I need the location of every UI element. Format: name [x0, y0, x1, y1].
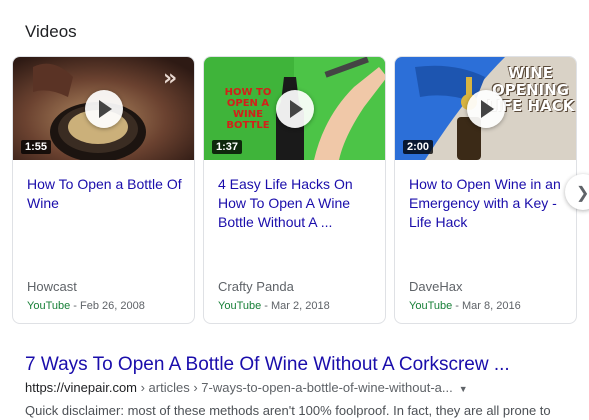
video-title[interactable]: 4 Easy Life Hacks On How To Open A Wine …	[218, 175, 378, 232]
video-meta: YouTube - Feb 26, 2008	[27, 300, 145, 312]
play-icon	[275, 89, 314, 128]
video-meta: YouTube - Mar 2, 2018	[218, 300, 330, 312]
search-result-title[interactable]: 7 Ways To Open A Bottle Of Wine Without …	[25, 354, 510, 376]
video-title[interactable]: How to Open Wine in an Emergency with a …	[409, 175, 569, 232]
video-date: - Feb 26, 2008	[73, 300, 145, 312]
video-meta: YouTube - Mar 8, 2016	[409, 300, 521, 312]
video-platform: YouTube	[409, 300, 453, 312]
video-thumbnail[interactable]: » 1:55	[13, 57, 194, 160]
chevron-right-icon: ❯	[576, 185, 589, 202]
video-duration: 1:55	[21, 140, 52, 154]
video-card[interactable]: HOW TO OPEN A WINE BOTTLE 1:37 4 Easy Li…	[203, 56, 386, 324]
video-card[interactable]: WINE OPENING LIFE HACK 2:00 How to Open …	[394, 56, 577, 324]
video-thumbnail[interactable]: HOW TO OPEN A WINE BOTTLE 1:37	[204, 57, 385, 160]
caret-down-icon[interactable]: ▼	[459, 384, 468, 394]
search-result-snippet: Quick disclaimer: most of these methods …	[25, 403, 551, 418]
video-channel: DaveHax	[409, 279, 463, 294]
result-url-path: › articles › 7-ways-to-open-a-bottle-of-…	[137, 380, 453, 395]
video-date: - Mar 2, 2018	[264, 300, 330, 312]
video-platform: YouTube	[218, 300, 262, 312]
video-channel: Howcast	[27, 279, 77, 294]
video-title[interactable]: How To Open a Bottle Of Wine	[27, 175, 187, 213]
video-card[interactable]: » 1:55 How To Open a Bottle Of Wine Howc…	[12, 56, 195, 324]
play-icon	[84, 89, 123, 128]
video-platform: YouTube	[27, 300, 71, 312]
video-date: - Mar 8, 2016	[455, 300, 521, 312]
svg-text:»: »	[163, 66, 177, 91]
thumbnail-caption: HOW TO OPEN A WINE BOTTLE	[224, 87, 272, 131]
video-channel: Crafty Panda	[218, 279, 294, 294]
video-duration: 2:00	[403, 140, 434, 154]
search-result-url[interactable]: https://vinepair.com › articles › 7-ways…	[25, 380, 468, 395]
videos-heading: Videos	[25, 22, 77, 41]
play-icon	[466, 89, 505, 128]
video-duration: 1:37	[212, 140, 243, 154]
video-thumbnail[interactable]: WINE OPENING LIFE HACK 2:00	[395, 57, 576, 160]
result-url-host: https://vinepair.com	[25, 380, 137, 395]
